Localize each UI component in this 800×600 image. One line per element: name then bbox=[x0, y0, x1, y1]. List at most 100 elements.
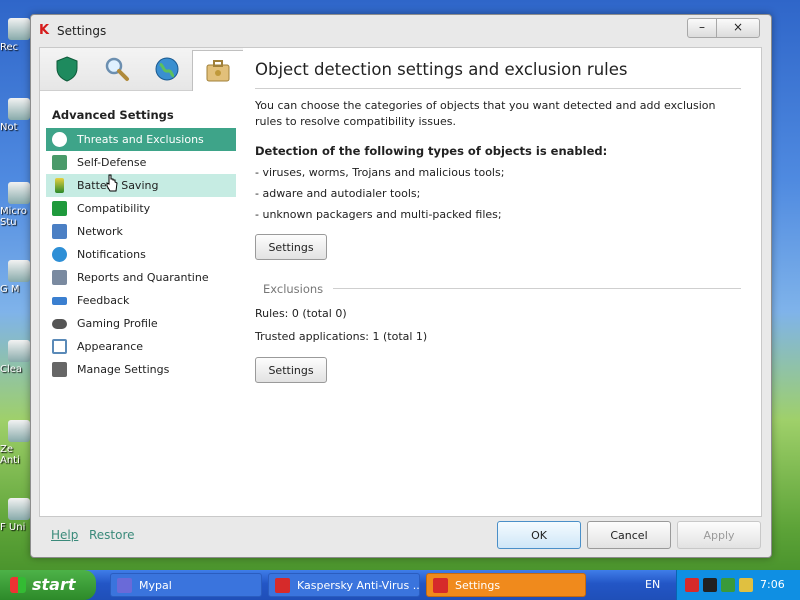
nav-item-self-defense[interactable]: Self-Defense bbox=[46, 151, 236, 174]
intro-text: You can choose the categories of objects… bbox=[255, 99, 716, 128]
taskbar-item-settings[interactable]: Settings bbox=[426, 573, 586, 597]
taskbar-item-kaspersky[interactable]: Kaspersky Anti-Virus ... bbox=[268, 573, 420, 597]
tab-tools[interactable] bbox=[192, 50, 244, 91]
nav-item-gaming-profile[interactable]: Gaming Profile bbox=[46, 312, 236, 335]
desktop-icon-image bbox=[8, 498, 30, 520]
close-button[interactable]: × bbox=[716, 18, 760, 38]
desktop-icon[interactable]: Micro Stu bbox=[0, 182, 34, 228]
tray-icon[interactable] bbox=[703, 578, 717, 592]
desktop-icon[interactable]: F Uni bbox=[0, 498, 34, 533]
desktop-icon-label: Clea bbox=[0, 364, 23, 375]
nav-item-battery-saving[interactable]: Battery Saving bbox=[46, 174, 236, 197]
tab-update[interactable] bbox=[142, 50, 192, 88]
taskbar-item-label: Mypal bbox=[139, 579, 172, 592]
nav-item-label: Network bbox=[77, 225, 123, 238]
settings-nav: Threats and Exclusions Self-Defense Batt… bbox=[46, 128, 236, 381]
desktop-icon-label: Not bbox=[0, 122, 18, 133]
taskbar: start Mypal Kaspersky Anti-Virus ... Set… bbox=[0, 570, 800, 600]
nav-item-label: Feedback bbox=[77, 294, 130, 307]
desktop-icon-label: Micro Stu bbox=[0, 206, 27, 228]
trusted-apps-text: Trusted applications: 1 (total 1) bbox=[255, 330, 428, 343]
desktop-icon[interactable]: Clea bbox=[0, 340, 34, 375]
kaspersky-icon bbox=[433, 578, 448, 593]
appearance-icon bbox=[52, 339, 67, 354]
taskbar-item-label: Settings bbox=[455, 579, 501, 592]
desktop-icon-image bbox=[8, 420, 30, 442]
desktop-icon[interactable]: Ze Anti bbox=[0, 420, 34, 466]
shield-icon bbox=[56, 56, 78, 82]
desktop-icon[interactable]: Rec bbox=[0, 18, 34, 53]
ok-button[interactable]: OK bbox=[497, 521, 581, 549]
hand-cursor-icon bbox=[106, 174, 118, 192]
shield-check-icon bbox=[52, 132, 67, 147]
language-indicator[interactable]: EN bbox=[645, 578, 660, 591]
gamepad-icon bbox=[52, 318, 67, 329]
windows-flag-icon bbox=[10, 577, 26, 593]
tab-scan[interactable] bbox=[92, 50, 142, 88]
desktop-icon-image bbox=[8, 182, 30, 204]
help-link[interactable]: Help bbox=[51, 528, 78, 542]
nav-item-compatibility[interactable]: Compatibility bbox=[46, 197, 236, 220]
kaspersky-tray-icon[interactable] bbox=[685, 578, 699, 592]
reports-icon bbox=[52, 270, 67, 285]
window-title: Settings bbox=[57, 24, 107, 38]
self-defense-icon bbox=[52, 155, 67, 170]
start-button[interactable]: start bbox=[0, 570, 96, 600]
desktop-icon-label: Rec bbox=[0, 42, 19, 53]
nav-item-label: Manage Settings bbox=[77, 363, 170, 376]
feedback-icon bbox=[52, 296, 67, 305]
settings-window: K Settings – × Advanced Settings Threats bbox=[30, 14, 772, 558]
title-bar[interactable]: K Settings – × bbox=[31, 15, 771, 47]
nav-item-network[interactable]: Network bbox=[46, 220, 236, 243]
exclusions-divider bbox=[333, 288, 741, 289]
desktop-icon-image bbox=[8, 18, 30, 40]
desktop-icon-label: Ze Anti bbox=[0, 444, 20, 466]
taskbar-item-label: Kaspersky Anti-Virus ... bbox=[297, 579, 420, 592]
tray-icon[interactable] bbox=[739, 578, 753, 592]
exclusions-settings-button[interactable]: Settings bbox=[255, 357, 327, 383]
nav-item-label: Gaming Profile bbox=[77, 317, 158, 330]
detection-heading: Detection of the following types of obje… bbox=[255, 144, 608, 158]
nav-item-label: Threats and Exclusions bbox=[77, 133, 204, 146]
nav-item-feedback[interactable]: Feedback bbox=[46, 289, 236, 312]
nav-item-label: Compatibility bbox=[77, 202, 151, 215]
desktop-icon[interactable]: Not bbox=[0, 98, 34, 133]
mypal-icon bbox=[117, 578, 132, 593]
nav-item-manage-settings[interactable]: Manage Settings bbox=[46, 358, 236, 381]
rules-text: Rules: 0 (total 0) bbox=[255, 307, 347, 320]
nav-item-notifications[interactable]: Notifications bbox=[46, 243, 236, 266]
info-icon bbox=[52, 247, 67, 262]
taskbar-item-mypal[interactable]: Mypal bbox=[110, 573, 262, 597]
cancel-button[interactable]: Cancel bbox=[587, 521, 671, 549]
nav-item-threats-and-exclusions[interactable]: Threats and Exclusions bbox=[46, 128, 236, 151]
start-label: start bbox=[32, 575, 76, 594]
tab-protection[interactable] bbox=[42, 50, 92, 88]
restore-link[interactable]: Restore bbox=[89, 528, 135, 542]
clock: 7:06 bbox=[760, 578, 785, 591]
compatibility-icon bbox=[52, 201, 67, 216]
nav-item-label: Reports and Quarantine bbox=[77, 271, 209, 284]
desktop-icon[interactable]: G M bbox=[0, 260, 34, 295]
detection-item: - adware and autodialer tools; bbox=[255, 187, 421, 200]
kaspersky-icon bbox=[275, 578, 290, 593]
tray-icon[interactable] bbox=[721, 578, 735, 592]
nav-item-label: Appearance bbox=[77, 340, 144, 353]
globe-icon bbox=[155, 57, 179, 81]
magnifier-icon bbox=[105, 57, 129, 81]
section-heading: Advanced Settings bbox=[52, 108, 174, 122]
battery-icon bbox=[55, 178, 64, 193]
divider bbox=[255, 88, 741, 89]
detection-item: - unknown packagers and multi-packed fil… bbox=[255, 208, 502, 221]
desktop-icon-image bbox=[8, 260, 30, 282]
nav-item-reports-and-quarantine[interactable]: Reports and Quarantine bbox=[46, 266, 236, 289]
apply-button[interactable]: Apply bbox=[677, 521, 761, 549]
content-panel: Object detection settings and exclusion … bbox=[243, 47, 762, 517]
minimize-button[interactable]: – bbox=[687, 18, 717, 38]
desktop-icon-label: F Uni bbox=[0, 522, 26, 533]
nav-item-appearance[interactable]: Appearance bbox=[46, 335, 236, 358]
footer-bar: Help Restore OK Cancel Apply bbox=[39, 520, 761, 552]
category-tabs bbox=[40, 48, 244, 91]
kaspersky-logo-icon: K bbox=[39, 23, 50, 38]
detection-settings-button[interactable]: Settings bbox=[255, 234, 327, 260]
manage-settings-icon bbox=[52, 362, 67, 377]
